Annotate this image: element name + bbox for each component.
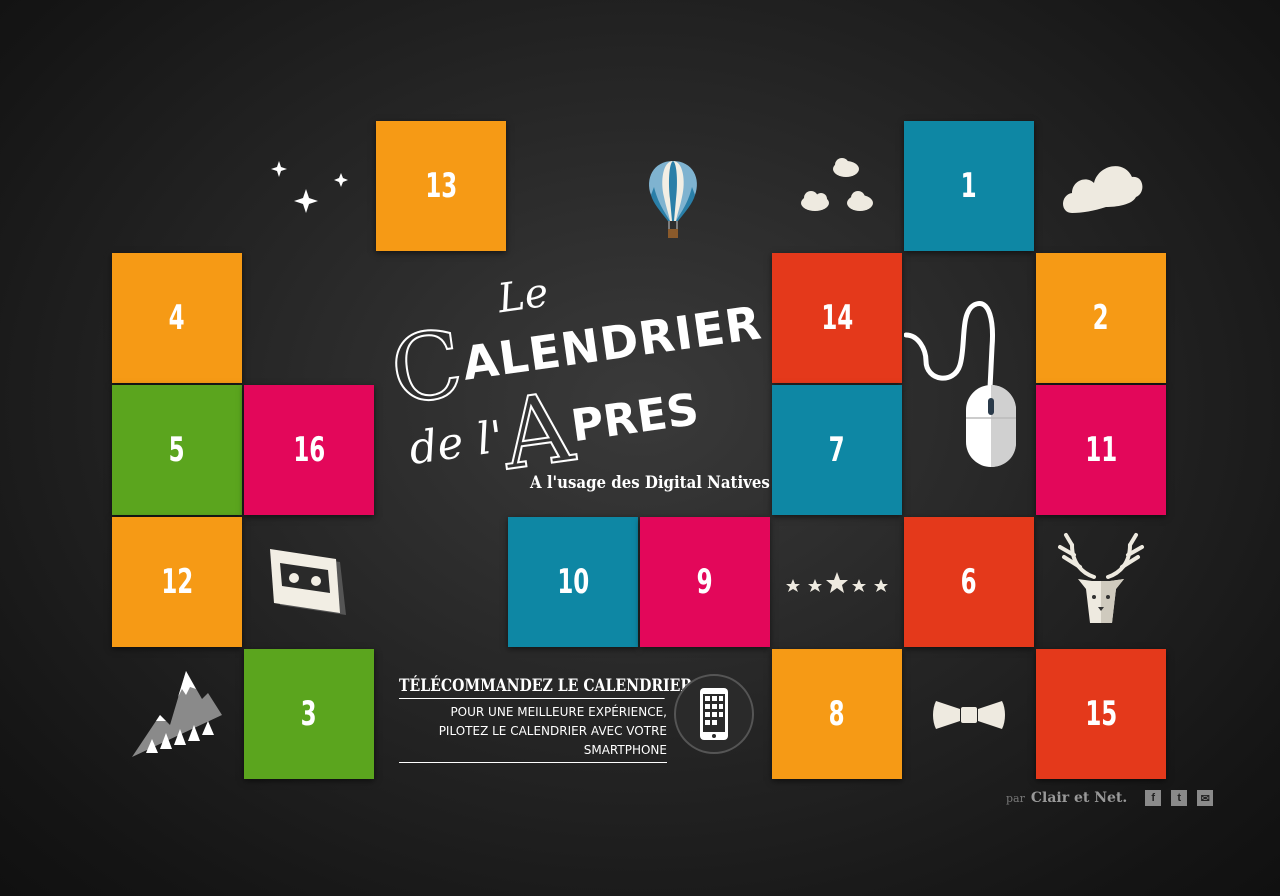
day-tile-7[interactable]: 7 bbox=[772, 385, 902, 515]
day-tile-1[interactable]: 1 bbox=[904, 121, 1034, 251]
mail-icon[interactable]: ✉ bbox=[1197, 790, 1214, 806]
day-tile-14[interactable]: 14 bbox=[772, 253, 902, 383]
day-tile-8[interactable]: 8 bbox=[772, 649, 902, 779]
remote-control-promo: TÉLÉCOMMANDEZ LE CALENDRIER POUR UNE MEI… bbox=[399, 676, 692, 763]
smartphone-icon bbox=[700, 688, 728, 740]
day-tile-2[interactable]: 2 bbox=[1036, 253, 1166, 383]
remote-line-2: PILOTEZ LE CALENDRIER AVEC VOTRE SMARTPH… bbox=[438, 724, 667, 757]
bow-tie-icon bbox=[904, 649, 1034, 779]
subtitle: A l'usage des Digital Natives bbox=[530, 473, 770, 493]
remote-line-1: POUR UNE MEILLEURE EXPÉRIENCE, bbox=[450, 705, 667, 719]
facebook-icon[interactable]: f bbox=[1145, 790, 1162, 806]
day-tile-5[interactable]: 5 bbox=[112, 385, 242, 515]
remote-title: TÉLÉCOMMANDEZ LE CALENDRIER bbox=[399, 676, 692, 699]
cassette-icon bbox=[244, 517, 374, 647]
day-tile-11[interactable]: 11 bbox=[1036, 385, 1166, 515]
footer: par Clair et Net. f t ✉ bbox=[1006, 790, 1214, 806]
footer-brand-link[interactable]: Clair et Net. bbox=[1031, 790, 1127, 806]
title-de-l: de l' bbox=[405, 411, 507, 476]
sparkles-icon bbox=[244, 121, 374, 251]
small-clouds-icon bbox=[772, 121, 902, 251]
calendar-title: Le CALENDRIER de l'APRES A l'usage des D… bbox=[383, 255, 770, 505]
stars-rating-icon bbox=[772, 517, 902, 647]
mouse-icon bbox=[904, 253, 1034, 515]
title-apres-rest: PRES bbox=[568, 383, 702, 453]
day-tile-9[interactable]: 9 bbox=[640, 517, 770, 647]
day-tile-13[interactable]: 13 bbox=[376, 121, 506, 251]
remote-description: POUR UNE MEILLEURE EXPÉRIENCE, PILOTEZ L… bbox=[399, 703, 667, 763]
mountains-icon bbox=[112, 649, 242, 779]
day-tile-16[interactable]: 16 bbox=[244, 385, 374, 515]
cloud-icon bbox=[1036, 121, 1166, 251]
footer-par: par bbox=[1006, 791, 1025, 805]
day-tile-12[interactable]: 12 bbox=[112, 517, 242, 647]
twitter-icon[interactable]: t bbox=[1171, 790, 1188, 806]
day-tile-3[interactable]: 3 bbox=[244, 649, 374, 779]
day-tile-15[interactable]: 15 bbox=[1036, 649, 1166, 779]
deer-icon bbox=[1036, 517, 1166, 647]
hot-air-balloon-icon bbox=[608, 121, 738, 251]
day-tile-6[interactable]: 6 bbox=[904, 517, 1034, 647]
day-tile-10[interactable]: 10 bbox=[508, 517, 638, 647]
smartphone-remote-button[interactable] bbox=[674, 674, 754, 754]
day-tile-4[interactable]: 4 bbox=[112, 253, 242, 383]
